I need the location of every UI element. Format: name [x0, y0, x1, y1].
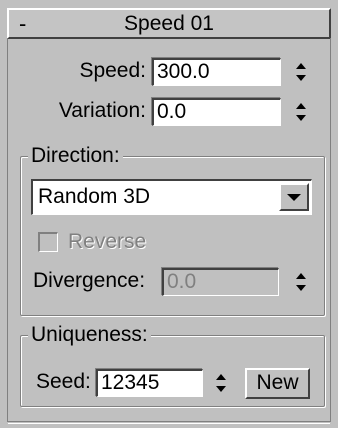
divergence-field[interactable]: 0.0 [162, 268, 279, 296]
speed-field[interactable]: 300.0 [152, 58, 281, 86]
seed-spinner-icon[interactable] [214, 369, 228, 397]
dropdown-button[interactable] [279, 183, 309, 211]
seed-field[interactable]: 12345 [96, 369, 203, 397]
direction-dropdown-value: Random 3D [38, 185, 151, 208]
spinner-down-icon[interactable] [296, 75, 306, 81]
uniqueness-group-title: Uniqueness: [28, 324, 151, 346]
variation-label: Variation: [58, 99, 146, 122]
spinner-down-icon[interactable] [296, 285, 306, 291]
spinner-up-icon[interactable] [296, 273, 306, 279]
spinner-up-icon[interactable] [296, 103, 306, 109]
chevron-down-icon [287, 194, 301, 201]
reverse-checkbox[interactable] [38, 232, 58, 252]
new-seed-button[interactable]: New [245, 368, 310, 399]
spinner-down-icon[interactable] [216, 386, 226, 392]
divergence-label: Divergence: [33, 269, 146, 292]
divergence-spinner-icon[interactable] [294, 268, 308, 296]
direction-dropdown[interactable]: Random 3D [31, 179, 312, 215]
variation-spinner-icon[interactable] [294, 98, 308, 126]
speed-label: Speed: [79, 59, 146, 82]
spinner-up-icon[interactable] [216, 374, 226, 380]
seed-label: Seed: [36, 370, 91, 393]
spinner-down-icon[interactable] [296, 115, 306, 121]
variation-field[interactable]: 0.0 [152, 98, 281, 126]
speed-spinner-icon[interactable] [294, 58, 308, 86]
rollout-header[interactable]: - Speed 01 [7, 8, 331, 39]
reverse-label: Reverse [68, 230, 147, 253]
rollout-title: Speed 01 [124, 12, 214, 35]
spinner-up-icon[interactable] [296, 63, 306, 69]
direction-group-title: Direction: [28, 145, 123, 167]
